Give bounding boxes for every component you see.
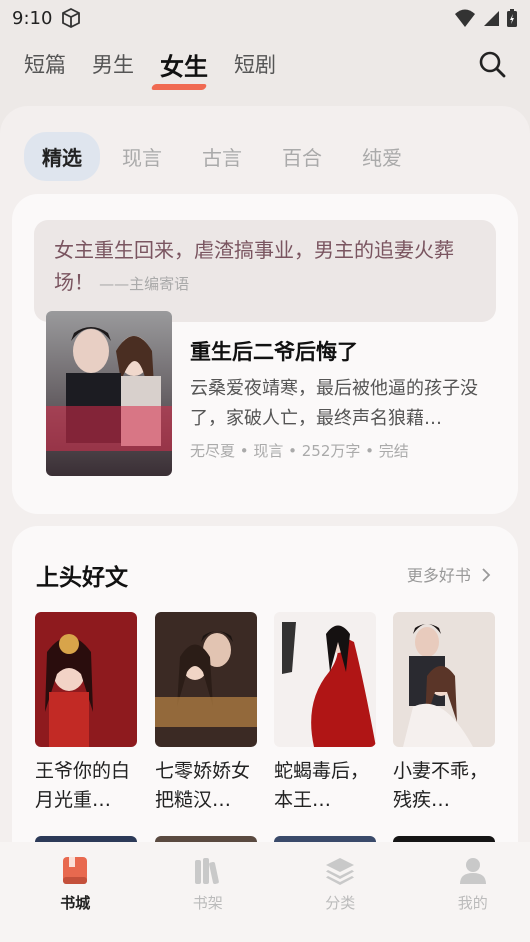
category-tabs: 精选 现言 古言 百合 纯爱	[24, 132, 424, 181]
nav-label: 书城	[60, 894, 91, 912]
book-cover-art	[155, 612, 257, 747]
layers-icon	[326, 858, 355, 885]
book-card[interactable]: 蛇蝎毒后，本王…	[274, 612, 376, 815]
book-title[interactable]: 七零娇娇女把糙汉…	[155, 757, 257, 815]
nav-profile[interactable]: 我的	[416, 842, 530, 942]
tab-female[interactable]: 女生	[160, 47, 208, 82]
nav-bookshelf[interactable]: 书架	[151, 842, 266, 942]
book-card[interactable]: 小妻不乖，残疾…	[393, 612, 495, 815]
book-cover[interactable]	[155, 612, 257, 747]
status-time: 9:10	[12, 7, 53, 29]
more-books-label: 更多好书	[406, 566, 471, 585]
signal-icon	[484, 11, 499, 26]
chevron-right-icon	[482, 568, 491, 582]
featured-book-description: 云桑爱夜靖寒，最后被他逼的孩子没了，家破人亡，最终声名狼藉…	[190, 378, 478, 429]
bottom-navigation: 书城 书架 分类 我的	[0, 842, 530, 942]
book-cover[interactable]	[274, 612, 376, 747]
featured-cover-art	[46, 311, 172, 476]
subtab-featured[interactable]: 精选	[24, 132, 100, 181]
featured-book-meta: 无尽夏 • 现言 • 252万字 • 完结	[190, 442, 409, 460]
featured-book-card[interactable]: 女主重生回来，虐渣搞事业，男主的追妻火葬场！ ——主编寄语 重生后二爷后悔了 云…	[12, 194, 518, 514]
tab-short-drama[interactable]: 短剧	[234, 49, 276, 79]
tab-male[interactable]: 男生	[92, 49, 134, 79]
book-cover-art	[393, 612, 495, 747]
nav-label: 分类	[325, 894, 356, 912]
book-cover[interactable]	[35, 612, 137, 747]
search-icon[interactable]	[478, 50, 506, 78]
cube-icon	[62, 7, 81, 29]
tab-short-stories[interactable]: 短篇	[24, 49, 66, 79]
book-cover-art	[274, 612, 376, 747]
nav-bookstore[interactable]: 书城	[18, 842, 133, 942]
book-title[interactable]: 小妻不乖，残疾…	[393, 757, 495, 815]
nav-label: 我的	[457, 894, 488, 912]
book-cover-art	[35, 612, 137, 747]
book-title[interactable]: 蛇蝎毒后，本王…	[274, 757, 376, 815]
person-icon	[459, 858, 486, 884]
quote-source: ——主编寄语	[99, 275, 190, 293]
top-tab-bar: 短篇 男生 女生 短剧	[0, 40, 530, 88]
status-bar: 9:10	[0, 0, 530, 36]
subtab-bl[interactable]: 纯爱	[344, 132, 420, 181]
featured-book-cover[interactable]	[46, 311, 172, 476]
battery-icon	[507, 9, 517, 27]
featured-book-title[interactable]: 重生后二爷后悔了	[190, 336, 358, 366]
subtab-modern[interactable]: 现言	[104, 132, 180, 181]
book-card[interactable]: 七零娇娇女把糙汉…	[155, 612, 257, 815]
book-title[interactable]: 王爷你的白月光重…	[35, 757, 137, 815]
book-cover[interactable]	[393, 612, 495, 747]
nav-category[interactable]: 分类	[283, 842, 398, 942]
subtab-ancient[interactable]: 古言	[184, 132, 260, 181]
section-title: 上头好文	[36, 565, 128, 591]
more-books-link[interactable]: 更多好书	[407, 562, 492, 586]
bookshelf-icon	[194, 858, 219, 885]
nav-label: 书架	[192, 894, 223, 912]
wifi-icon	[455, 9, 475, 27]
editor-quote: 女主重生回来，虐渣搞事业，男主的追妻火葬场！ ——主编寄语	[34, 220, 496, 322]
book-card[interactable]: 王爷你的白月光重…	[35, 612, 137, 815]
book-icon	[63, 857, 88, 884]
subtab-yuri[interactable]: 百合	[264, 132, 340, 181]
content-sheet: 精选 现言 古言 百合 纯爱 女主重生回来，虐渣搞事业，男主的追妻火葬场！ ——…	[0, 106, 530, 906]
